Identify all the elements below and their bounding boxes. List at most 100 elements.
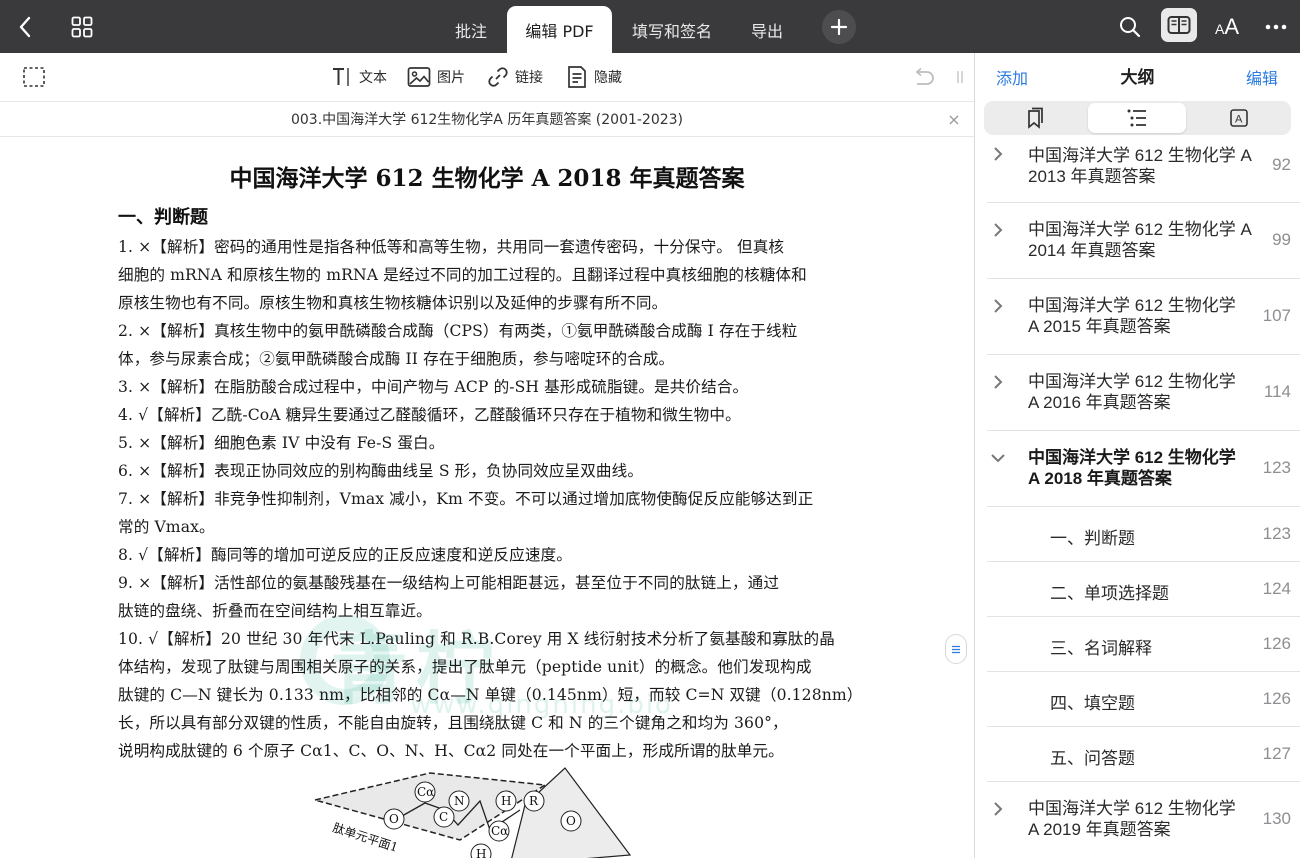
undo-icon <box>915 67 934 85</box>
add-link-label: 链接 <box>515 70 543 86</box>
outline-item-page: 107 <box>1262 306 1291 325</box>
close-icon: × <box>947 109 961 129</box>
edit-toolbar: 文本 图片 链接 隐藏 <box>0 53 974 101</box>
text-line: 9. ×【解析】活性部位的氨基酸残基在一级结构上可能相距甚远，甚至位于不同的肽链… <box>118 574 780 592</box>
font-size-button[interactable]: AA <box>1212 0 1242 53</box>
grid-view-button[interactable] <box>66 0 98 53</box>
outline-item-title: 中国海洋大学 612 生物化学 A 2019 年真题答案 <box>1028 799 1236 839</box>
outline-subitem-label: 三、名词解释 <box>1050 639 1152 658</box>
text-line: 6. ×【解析】表现正协同效应的别构酶曲线呈 S 形，负协同效应呈双曲线。 <box>118 462 644 480</box>
document-filename: 003.中国海洋大学 612生物化学A 历年真题答案 (2001-2023) <box>290 112 684 128</box>
back-button[interactable] <box>10 0 40 53</box>
outline-item[interactable]: 中国海洋大学 612 生物化学 A 2013 年真题答案 92 <box>975 143 1300 203</box>
close-document-button[interactable]: × <box>944 109 964 129</box>
text-line: 说明构成肽键的 6 个原子 Cα1、C、O、N、H、Cα2 同处在一个平面上，形… <box>118 742 784 760</box>
select-area-button[interactable] <box>22 63 46 91</box>
outline-subitem-page: 127 <box>1262 744 1291 763</box>
segment-outline[interactable] <box>1088 103 1186 133</box>
outline-item[interactable]: 中国海洋大学 612 生物化学 A 2015 年真题答案 107 <box>975 279 1300 355</box>
add-link-button[interactable]: 链接 <box>487 63 543 91</box>
grid-icon <box>71 16 93 37</box>
font-size-icon: AA <box>1214 13 1240 39</box>
atom-label: Cα <box>417 785 434 799</box>
toolbar-drag-handle[interactable] <box>955 63 965 91</box>
plus-icon <box>830 18 848 36</box>
outline-item-page: 130 <box>1262 809 1291 828</box>
redact-document-icon <box>568 66 586 88</box>
chevron-right-icon <box>989 373 1007 391</box>
page-scroll-handle[interactable] <box>945 634 967 664</box>
text-line: 5. ×【解析】细胞色素 IV 中没有 Fe-S 蛋白。 <box>118 434 445 452</box>
text-line: 4. √【解析】乙酰-CoA 糖异生要通过乙醛酸循环，乙醛酸循环只存在于植物和微… <box>118 406 741 424</box>
document-title-bar: 003.中国海洋大学 612生物化学A 历年真题答案 (2001-2023) × <box>0 101 974 137</box>
text-line: 体，参与尿素合成；②氨甲酰磷酸合成酶 II 存在于细胞质，参与嘧啶环的合成。 <box>118 350 675 368</box>
redact-button[interactable]: 隐藏 <box>566 63 622 91</box>
outline-subitem-page: 126 <box>1262 689 1291 708</box>
chevron-right-icon <box>989 800 1007 818</box>
atom-label: R <box>529 794 539 808</box>
outline-item-page: 92 <box>1272 155 1291 174</box>
add-text-button[interactable]: 文本 <box>331 63 387 91</box>
undo-button[interactable] <box>912 63 936 91</box>
redact-label: 隐藏 <box>594 70 622 86</box>
atom-label: O <box>389 812 399 826</box>
text-line: 肽键的 C—N 键长为 0.133 nm，比相邻的 Cα—N 单键（0.145n… <box>118 686 858 704</box>
edit-outline-button[interactable]: 编辑 <box>1246 65 1278 89</box>
outline-subitem[interactable]: 二、单项选择题 124 <box>975 562 1300 617</box>
chevron-right-icon <box>989 145 1007 163</box>
chevron-right-icon <box>989 221 1007 239</box>
more-button[interactable] <box>1262 0 1290 53</box>
tab-export[interactable]: 导出 <box>734 6 800 53</box>
outline-subitem[interactable]: 五、问答题 127 <box>975 727 1300 782</box>
outline-subitem[interactable]: 一、判断题 123 <box>975 507 1300 562</box>
tab-edit-pdf[interactable]: 编辑 PDF <box>507 6 612 53</box>
outline-subitem[interactable]: 四、填空题 126 <box>975 672 1300 727</box>
peptide-plane-diagram: Cα N H R O C Cα O H 肽单元平面1 <box>314 767 632 858</box>
text-cursor-icon <box>333 68 349 86</box>
search-button[interactable] <box>1116 0 1144 53</box>
panel-segmented-control: A <box>984 101 1291 135</box>
text-line: 10. √【解析】20 世纪 30 年代末 L.Pauling 和 R.B.Co… <box>118 630 835 648</box>
add-tab-button[interactable] <box>822 10 856 44</box>
drag-handle-icon <box>957 71 963 83</box>
atom-label: Cα <box>491 824 508 838</box>
page-title: 中国海洋大学 612 生物化学 A 2018 年真题答案 <box>229 165 745 192</box>
selection-icon <box>23 67 45 87</box>
ellipsis-icon <box>1265 24 1287 29</box>
pdf-page[interactable]: 青柠 www.qingning.bio 中国海洋大学 612 生物化学 A 20… <box>0 137 974 858</box>
image-icon <box>407 67 431 87</box>
atom-label: H <box>476 847 486 858</box>
outline-item[interactable]: 中国海洋大学 612 生物化学 A 2016 年真题答案 114 <box>975 355 1300 431</box>
add-image-button[interactable]: 图片 <box>407 63 465 91</box>
outline-subitem-label: 五、问答题 <box>1050 749 1135 768</box>
outline-item-title: 中国海洋大学 612 生物化学 A 2016 年真题答案 <box>1028 372 1236 412</box>
tab-annotate[interactable]: 批注 <box>437 6 505 53</box>
segment-bookmarks[interactable] <box>986 103 1084 133</box>
segment-annotations[interactable]: A <box>1190 103 1288 133</box>
link-icon <box>488 67 508 87</box>
outline-item-page: 123 <box>1262 458 1291 477</box>
outline-item[interactable]: 中国海洋大学 612 生物化学 A 2014 年真题答案 99 <box>975 203 1300 279</box>
text-line: 肽链的盘绕、折叠而在空间结构上相互靠近。 <box>118 602 432 620</box>
outline-subitem-page: 123 <box>1262 524 1291 543</box>
text-line: 8. √【解析】酶同等的增加可逆反应的正反应速度和逆反应速度。 <box>118 546 572 564</box>
outline-item-expanded[interactable]: 中国海洋大学 612 生物化学 A 2018 年真题答案 123 <box>975 431 1300 507</box>
atom-label: O <box>566 814 576 828</box>
text-line: 7. ×【解析】非竞争性抑制剂，Vmax 减小，Km 不变。不可以通过增加底物使… <box>118 490 814 508</box>
outline-item[interactable]: 中国海洋大学 612 生物化学 A 2019 年真题答案 130 <box>975 782 1300 858</box>
outline-item-title: 中国海洋大学 612 生物化学 A 2014 年真题答案 <box>1028 220 1252 260</box>
outline-item-title: 中国海洋大学 612 生物化学 A 2018 年真题答案 <box>1028 448 1236 488</box>
text-line: 体结构，发现了肽键与周围相关原子的关系，提出了肽单元（peptide unit）… <box>118 658 812 676</box>
outline-item-page: 99 <box>1272 230 1291 249</box>
search-icon <box>1120 16 1141 37</box>
outline-item-page: 114 <box>1263 382 1291 401</box>
outline-subitem-page: 124 <box>1262 579 1291 598</box>
atom-label: H <box>501 794 511 808</box>
bookmarks-icon <box>1028 107 1043 129</box>
text-line: 1. ×【解析】密码的通用性是指各种低等和高等生物，共用同一套遗传密码，十分保守… <box>118 238 785 256</box>
list-icon <box>1127 109 1146 127</box>
reader-mode-button[interactable] <box>1161 8 1197 42</box>
tab-fill-sign[interactable]: 填写和签名 <box>616 6 728 53</box>
outline-subitem-label: 二、单项选择题 <box>1050 584 1169 603</box>
outline-subitem[interactable]: 三、名词解释 126 <box>975 617 1300 672</box>
